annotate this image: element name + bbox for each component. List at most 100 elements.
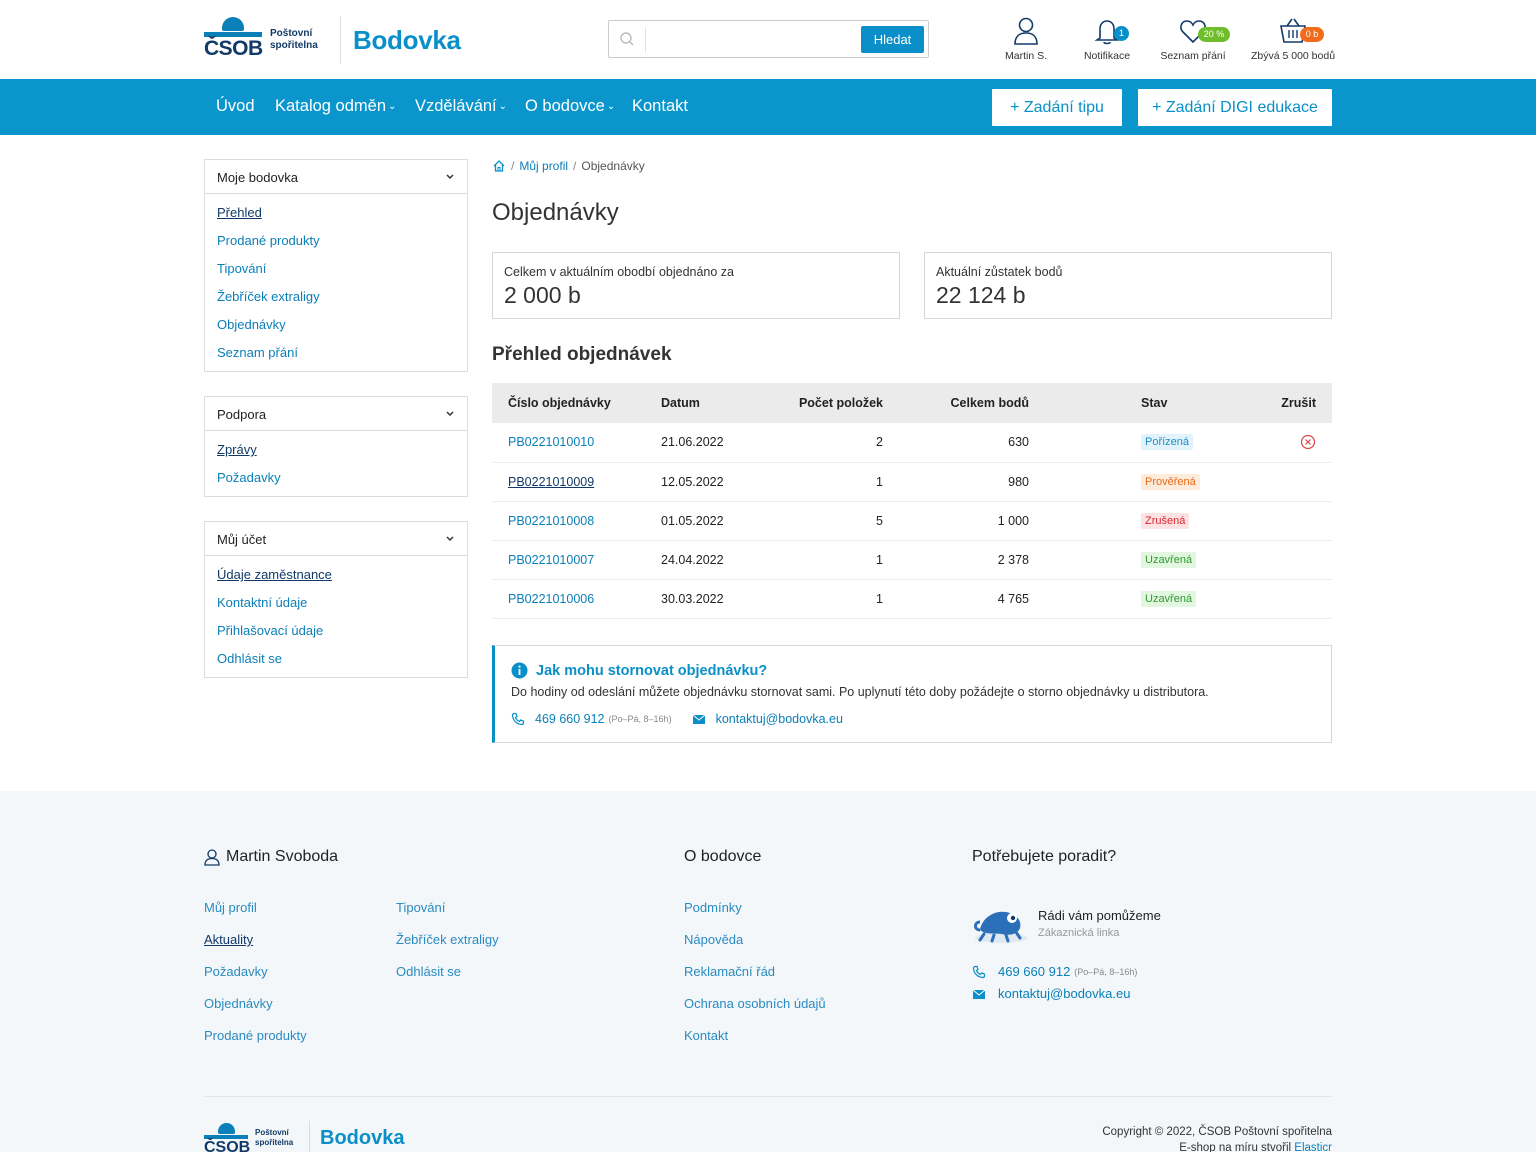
chevron-down-icon bbox=[446, 411, 454, 417]
order-number-link[interactable]: PB0221010008 bbox=[508, 514, 594, 528]
add-tip-button[interactable]: + Zadání tipu bbox=[992, 89, 1122, 126]
nav-item-vzdelavani[interactable]: Vzdělávání ⌄ bbox=[415, 97, 507, 116]
info-email-link[interactable]: kontaktuj@bodovka.eu bbox=[716, 712, 843, 726]
table-row: PB0221010010 21.06.2022 2 630 Pořízená bbox=[492, 423, 1332, 463]
table-header-row: Číslo objednávky Datum Počet položek Cel… bbox=[492, 383, 1332, 423]
user-icon bbox=[204, 848, 220, 866]
add-digi-education-button[interactable]: + Zadání DIGI edukace bbox=[1138, 89, 1332, 126]
col-header-date: Datum bbox=[645, 383, 755, 423]
order-number-link[interactable]: PB0221010010 bbox=[508, 435, 594, 449]
order-date: 12.05.2022 bbox=[645, 462, 755, 502]
search-button[interactable]: Hledat bbox=[861, 26, 924, 53]
search-input[interactable] bbox=[645, 27, 860, 53]
nav-item-o-bodovce[interactable]: O bodovce ⌄ bbox=[525, 97, 615, 116]
col-header-number: Číslo objednávky bbox=[492, 383, 645, 423]
footer-help-heading: Potřebujete poradit? bbox=[972, 848, 1117, 865]
order-number-link[interactable]: PB0221010006 bbox=[508, 592, 594, 606]
footer-link-tipovani[interactable]: Tipování bbox=[396, 900, 445, 915]
chevron-down-icon: ⌄ bbox=[606, 101, 616, 112]
footer-logo[interactable]: ČSOB Poštovní spořitelna Bodovka bbox=[204, 1121, 404, 1152]
footer-link-reklamacni-rad[interactable]: Reklamační řád bbox=[684, 964, 775, 979]
chevron-down-icon: ⌄ bbox=[388, 101, 397, 112]
main-nav: Úvod Katalog odměn ⌄ Vzdělávání ⌄ O bodovc… bbox=[0, 79, 1536, 135]
breadcrumb-current: Objednávky bbox=[581, 159, 645, 173]
order-points: 980 bbox=[899, 462, 1045, 502]
status-badge: Uzavřená bbox=[1141, 590, 1197, 607]
sidebar-item-udaje-zamestnance[interactable]: Údaje zaměstnance bbox=[205, 566, 467, 594]
footer-link-muj-profil[interactable]: Můj profil bbox=[204, 900, 257, 915]
footer-link-objednavky[interactable]: Objednávky bbox=[204, 996, 273, 1011]
footer-link-prodane-produkty[interactable]: Prodané produkty bbox=[204, 1028, 307, 1043]
table-row: PB0221010009 12.05.2022 1 980 Prověřená bbox=[492, 462, 1332, 502]
footer-link-aktuality[interactable]: Aktuality bbox=[204, 932, 253, 947]
status-badge: Pořízená bbox=[1141, 434, 1194, 451]
bank-subtitle: Poštovní spořitelna bbox=[270, 28, 318, 51]
col-header-status: Stav bbox=[1045, 383, 1252, 423]
notifications-menu[interactable]: Notifikace 1 bbox=[1078, 16, 1136, 62]
table-row: PB0221010007 24.04.2022 1 2 378 Uzavřená bbox=[492, 540, 1332, 580]
cancel-order-icon[interactable] bbox=[1300, 434, 1316, 450]
elasticr-link[interactable]: Elasticr bbox=[1294, 1142, 1332, 1152]
table-row: PB0221010008 01.05.2022 5 1 000 Zrušená bbox=[492, 501, 1332, 541]
footer-phone-link[interactable]: 469 660 912 bbox=[998, 964, 1070, 979]
footer-link-napoveda[interactable]: Nápověda bbox=[684, 932, 743, 947]
sidebar-item-objednavky[interactable]: Objednávky bbox=[205, 316, 467, 344]
search-bar: Hledat bbox=[608, 20, 929, 58]
sidebar-item-zpravy[interactable]: Zprávy bbox=[205, 441, 467, 469]
home-icon[interactable] bbox=[492, 159, 506, 173]
sidebar-section-header[interactable]: Moje bodovka bbox=[205, 160, 467, 194]
col-header-cancel: Zrušit bbox=[1252, 383, 1332, 423]
sidebar-item-odhlasit[interactable]: Odhlásit se bbox=[205, 650, 467, 678]
info-text: Do hodiny od odeslání můžete objednávku … bbox=[511, 685, 1209, 699]
chevron-down-icon bbox=[446, 174, 454, 180]
user-icon bbox=[1014, 17, 1038, 45]
phone-icon bbox=[972, 965, 986, 978]
footer-link-zebricek[interactable]: Žebříček extraligy bbox=[396, 932, 499, 947]
user-menu[interactable]: Martin S. bbox=[996, 16, 1056, 62]
order-items-count: 2 bbox=[755, 423, 899, 463]
copyright: Copyright © 2022, ČSOB Poštovní spořitel… bbox=[1102, 1126, 1332, 1152]
sidebar-item-seznam-prani[interactable]: Seznam přání bbox=[205, 344, 467, 372]
sidebar-section-header[interactable]: Můj účet bbox=[205, 522, 467, 556]
footer-link-odhlasit[interactable]: Odhlásit se bbox=[396, 964, 461, 979]
notification-count-badge: 1 bbox=[1114, 26, 1129, 41]
order-items-count: 5 bbox=[755, 501, 899, 541]
col-header-items: Počet položek bbox=[755, 383, 899, 423]
footer-link-kontakt[interactable]: Kontakt bbox=[684, 1028, 728, 1043]
footer-divider bbox=[204, 1096, 1332, 1097]
order-date: 01.05.2022 bbox=[645, 501, 755, 541]
brand-logo[interactable]: ČSOB Poštovní spořitelna Bodovka bbox=[204, 16, 461, 64]
footer-user-heading: Martin Svoboda bbox=[204, 848, 338, 866]
order-number-link[interactable]: PB0221010009 bbox=[508, 475, 594, 489]
footer-link-podminky[interactable]: Podmínky bbox=[684, 900, 742, 915]
sidebar-item-prihlasovaci-udaje[interactable]: Přihlašovací údaje bbox=[205, 622, 467, 650]
sidebar-item-prehled[interactable]: Přehled bbox=[205, 204, 467, 232]
phone-icon bbox=[511, 712, 525, 726]
sidebar-item-kontaktni-udaje[interactable]: Kontaktní údaje bbox=[205, 594, 467, 622]
footer-email-link[interactable]: kontaktuj@bodovka.eu bbox=[998, 986, 1130, 1001]
sidebar-item-prodane-produkty[interactable]: Prodané produkty bbox=[205, 232, 467, 260]
wishlist-menu[interactable]: Seznam přání 20 % bbox=[1158, 16, 1230, 62]
nav-item-kontakt[interactable]: Kontakt bbox=[632, 97, 688, 116]
site-footer: Martin Svoboda Můj profil Aktuality Poža… bbox=[0, 791, 1536, 1152]
breadcrumb-profile-link[interactable]: Můj profil bbox=[519, 159, 568, 173]
user-label: Martin S. bbox=[1004, 50, 1047, 62]
footer-help-subtitle: Zákaznická linka bbox=[1038, 927, 1120, 939]
sidebar-item-pozadavky[interactable]: Požadavky bbox=[205, 469, 467, 497]
order-number-link[interactable]: PB0221010007 bbox=[508, 553, 594, 567]
nav-item-uvod[interactable]: Úvod bbox=[216, 97, 255, 116]
sidebar-section-header[interactable]: Podpora bbox=[205, 397, 467, 431]
points-balance-label: Aktuální zůstatek bodů bbox=[936, 265, 1063, 279]
site-header: ČSOB Poštovní spořitelna Bodovka Hledat … bbox=[0, 0, 1536, 79]
wishlist-badge: 20 % bbox=[1198, 27, 1230, 42]
footer-link-pozadavky[interactable]: Požadavky bbox=[204, 964, 268, 979]
sidebar-item-tipovani[interactable]: Tipování bbox=[205, 260, 467, 288]
nav-item-katalog[interactable]: Katalog odměn ⌄ bbox=[275, 97, 396, 116]
sidebar-section-podpora: Podpora Zprávy Požadavky bbox=[204, 396, 468, 497]
cart-menu[interactable]: Zbývá 5 000 bodů 0 b bbox=[1248, 16, 1338, 62]
status-badge: Zrušená bbox=[1141, 512, 1190, 529]
sidebar-item-zebricek[interactable]: Žebříček extraligy bbox=[205, 288, 467, 316]
info-phone-link[interactable]: 469 660 912 bbox=[535, 712, 605, 726]
footer-link-ochrana-udaju[interactable]: Ochrana osobních údajů bbox=[684, 996, 826, 1011]
footer-phone: 469 660 912 (Po–Pá, 8–16h) bbox=[972, 964, 1137, 979]
